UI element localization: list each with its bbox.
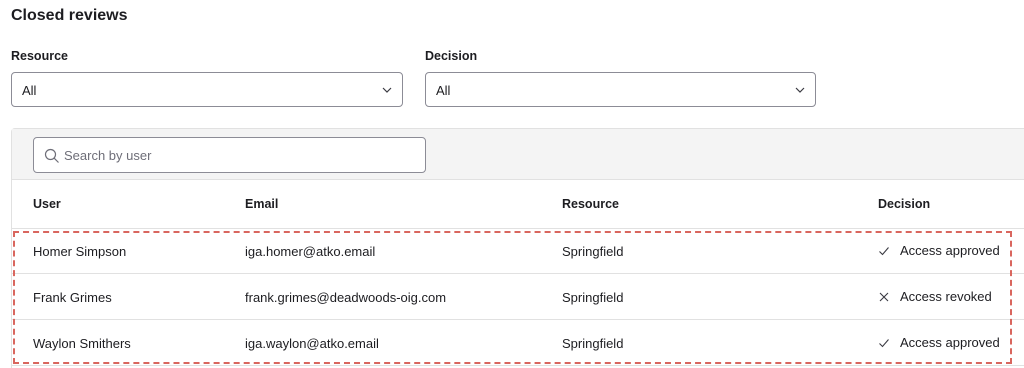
decision-cell: Access approved — [878, 243, 1000, 258]
resource-cell: Springfield — [562, 244, 624, 259]
search-icon — [44, 148, 59, 163]
decision-cell: Access revoked — [878, 289, 992, 304]
x-icon — [879, 292, 889, 301]
page-title: Closed reviews — [11, 7, 128, 24]
resource-filter-value: All — [22, 83, 37, 98]
decision-filter-value: All — [436, 83, 451, 98]
table-row[interactable]: Waylon Smithers iga.waylon@atko.email Sp… — [12, 321, 1024, 366]
user-cell: Waylon Smithers — [33, 336, 131, 351]
search-input[interactable] — [64, 138, 414, 172]
table-row[interactable]: Homer Simpson iga.homer@atko.email Sprin… — [12, 229, 1024, 274]
check-icon — [879, 246, 889, 255]
email-cell: iga.homer@atko.email — [245, 244, 376, 259]
resource-cell: Springfield — [562, 290, 624, 305]
chevron-down-icon — [382, 87, 392, 93]
column-header-user[interactable]: User — [33, 197, 61, 211]
decision-cell: Access approved — [878, 335, 1000, 350]
decision-label: Access approved — [900, 243, 1000, 258]
resource-cell: Springfield — [562, 336, 624, 351]
resource-filter-label: Resource — [11, 49, 68, 63]
column-header-resource[interactable]: Resource — [562, 197, 619, 211]
table-row[interactable]: Frank Grimes frank.grimes@deadwoods-oig.… — [12, 275, 1024, 320]
table-toolbar — [12, 129, 1024, 180]
decision-filter-label: Decision — [425, 49, 478, 63]
decision-label: Access revoked — [900, 289, 992, 304]
email-cell: frank.grimes@deadwoods-oig.com — [245, 290, 447, 305]
column-header-decision[interactable]: Decision — [878, 197, 930, 211]
email-cell: iga.waylon@atko.email — [245, 336, 379, 351]
resource-filter-select[interactable]: All — [11, 72, 403, 107]
chevron-down-icon — [795, 87, 805, 93]
column-header-email[interactable]: Email — [245, 197, 278, 211]
decision-label: Access approved — [900, 335, 1000, 350]
decision-filter-select[interactable]: All — [425, 72, 816, 107]
reviews-table-panel: User Email Resource Decision Homer Simps… — [11, 128, 1024, 368]
user-cell: Frank Grimes — [33, 290, 112, 305]
user-search[interactable] — [33, 137, 426, 173]
user-cell: Homer Simpson — [33, 244, 127, 259]
check-icon — [879, 338, 889, 347]
